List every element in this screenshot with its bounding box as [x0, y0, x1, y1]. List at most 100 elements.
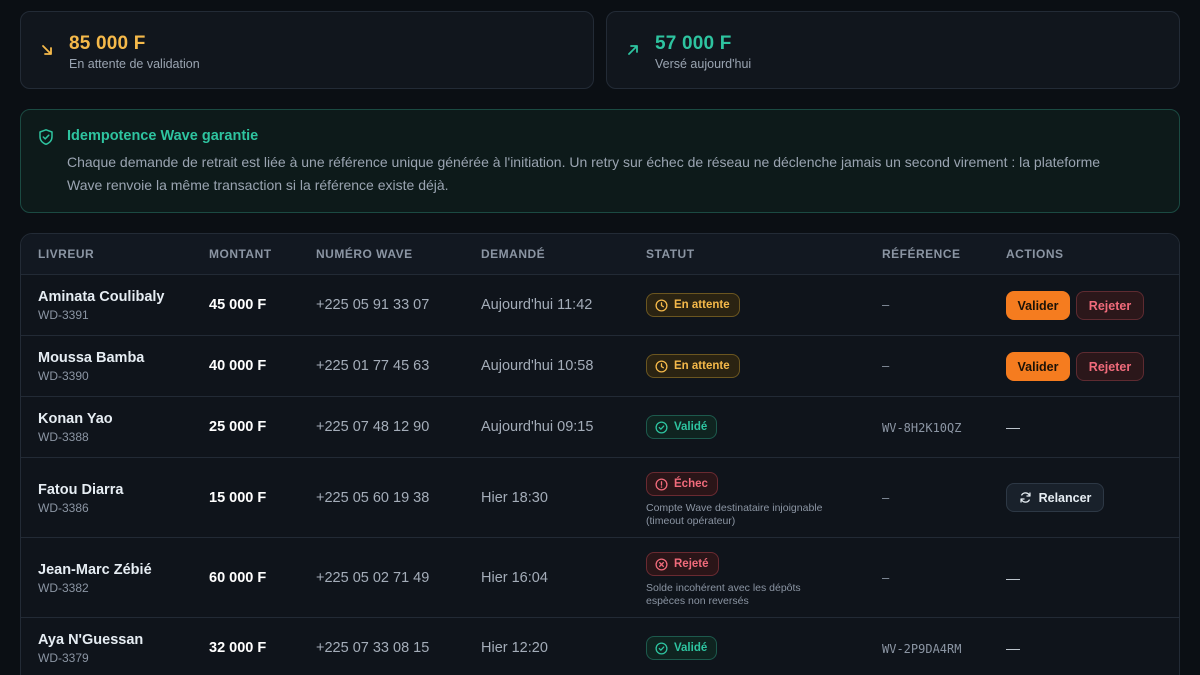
table-row: Moussa Bamba WD-3390 40 000 F +225 01 77… [21, 335, 1179, 396]
validate-button[interactable]: Valider [1006, 352, 1070, 381]
wave-number: +225 07 33 08 15 [316, 640, 430, 656]
livreur-name: Jean-Marc Zébié [38, 562, 152, 578]
request-date: Hier 12:20 [481, 640, 548, 656]
wave-number: +225 05 91 33 07 [316, 297, 430, 313]
reference: – [882, 570, 890, 585]
table-row: Fatou Diarra WD-3386 15 000 F +225 05 60… [21, 457, 1179, 537]
validate-button[interactable]: Valider [1006, 291, 1070, 320]
retry-label: Relancer [1038, 490, 1092, 505]
retry-button[interactable]: Relancer [1006, 483, 1104, 512]
status-label: Validé [674, 421, 708, 433]
idempotence-info-box: Idempotence Wave garantie Chaque demande… [20, 109, 1180, 213]
status-badge: En attente [646, 293, 740, 317]
amount: 45 000 F [209, 297, 267, 313]
reference: – [882, 297, 890, 312]
withdrawals-table: LIVREUR MONTANT NUMÉRO WAVE DEMANDÉ STAT… [20, 233, 1180, 675]
table-row: Konan Yao WD-3388 25 000 F +225 07 48 12… [21, 396, 1179, 457]
status-badge: Validé [646, 415, 718, 439]
reference: WV-2P9DA4RM [882, 642, 962, 656]
arrow-up-right-icon [628, 45, 638, 55]
reject-button[interactable]: Rejeter [1076, 352, 1144, 381]
table-row: Aminata Coulibaly WD-3391 45 000 F +225 … [21, 274, 1179, 335]
request-date: Aujourd'hui 11:42 [481, 297, 593, 313]
stat-value: 85 000 F [69, 33, 146, 54]
livreur-cell: Aminata Coulibaly WD-3391 [38, 289, 165, 322]
livreur-cell: Moussa Bamba WD-3390 [38, 350, 144, 383]
check-circle-icon [655, 420, 668, 434]
table-header: LIVREUR MONTANT NUMÉRO WAVE DEMANDÉ STAT… [21, 234, 1179, 274]
arrow-down-right-icon [42, 45, 52, 55]
amount: 32 000 F [209, 640, 267, 656]
info-text: Chaque demande de retrait est liée à une… [67, 154, 1101, 193]
status-label: En attente [674, 360, 730, 372]
table-row: Jean-Marc Zébié WD-3382 60 000 F +225 05… [21, 537, 1179, 617]
withdrawal-id: WD-3386 [38, 501, 89, 515]
stat-label: En attente de validation [69, 57, 200, 71]
withdrawal-id: WD-3390 [38, 369, 89, 383]
amount: 40 000 F [209, 358, 267, 374]
shield-check-icon [39, 129, 53, 146]
stat-label: Versé aujourd'hui [655, 57, 752, 71]
livreur-name: Konan Yao [38, 411, 113, 427]
livreur-cell: Aya N'Guessan WD-3379 [38, 632, 143, 665]
status-label: Échec [674, 478, 708, 490]
info-title: Idempotence Wave garantie [67, 128, 259, 144]
amount: 25 000 F [209, 419, 267, 435]
status-badge: Validé [646, 636, 718, 660]
alert-circle-icon [655, 477, 668, 491]
status-cell: Rejeté Solde incohérent avec les dépôts … [646, 552, 836, 608]
wave-number: +225 05 60 19 38 [316, 490, 430, 506]
wave-number: +225 05 02 71 49 [316, 570, 430, 586]
clock-icon [655, 359, 668, 373]
status-cell: Validé [646, 636, 718, 660]
status-label: En attente [674, 299, 730, 311]
livreur-cell: Fatou Diarra WD-3386 [38, 482, 123, 515]
status-cell: Échec Compte Wave destinataire injoignab… [646, 472, 836, 528]
livreur-cell: Konan Yao WD-3388 [38, 411, 113, 444]
status-cell: En attente [646, 293, 740, 317]
x-circle-icon [655, 557, 668, 571]
amount: 15 000 F [209, 490, 267, 506]
status-cell: En attente [646, 354, 740, 378]
header-montant: MONTANT [209, 247, 272, 261]
no-action: — [1006, 640, 1020, 656]
wave-number: +225 01 77 45 63 [316, 358, 430, 374]
status-label: Validé [674, 642, 708, 654]
request-date: Hier 18:30 [481, 490, 548, 506]
livreur-name: Aminata Coulibaly [38, 289, 165, 305]
check-circle-icon [655, 641, 668, 655]
withdrawal-id: WD-3391 [38, 308, 89, 322]
header-livreur: LIVREUR [38, 247, 95, 261]
status-note: Solde incohérent avec les dépôts espèces… [646, 582, 801, 607]
stat-card-pending: 85 000 F En attente de validation [20, 11, 594, 89]
request-date: Hier 16:04 [481, 570, 548, 586]
reference: – [882, 490, 890, 505]
status-note: Compte Wave destinataire injoignable (ti… [646, 502, 823, 527]
header-statut: STATUT [646, 247, 695, 261]
status-badge: En attente [646, 354, 740, 378]
header-reference: RÉFÉRENCE [882, 247, 961, 261]
request-date: Aujourd'hui 10:58 [481, 358, 594, 374]
reference: WV-8H2K10QZ [882, 421, 962, 435]
livreur-cell: Jean-Marc Zébié WD-3382 [38, 562, 152, 595]
livreur-name: Moussa Bamba [38, 350, 145, 366]
header-demande: DEMANDÉ [481, 247, 546, 261]
status-cell: Validé [646, 415, 718, 439]
withdrawal-id: WD-3382 [38, 581, 89, 595]
withdrawal-id: WD-3388 [38, 430, 89, 444]
request-date: Aujourd'hui 09:15 [481, 419, 594, 435]
withdrawal-id: WD-3379 [38, 651, 89, 665]
header-actions: ACTIONS [1006, 247, 1064, 261]
stat-card-paid-today: 57 000 F Versé aujourd'hui [606, 11, 1180, 89]
clock-icon [655, 298, 668, 312]
reject-button[interactable]: Rejeter [1076, 291, 1144, 320]
wave-number: +225 07 48 12 90 [316, 419, 430, 435]
livreur-name: Aya N'Guessan [38, 632, 144, 648]
no-action: — [1006, 570, 1020, 586]
no-action: — [1006, 419, 1020, 435]
status-badge: Échec [646, 472, 718, 496]
amount: 60 000 F [209, 570, 267, 586]
refresh-icon [1019, 492, 1031, 503]
status-label: Rejeté [674, 558, 709, 570]
stat-value: 57 000 F [655, 33, 732, 54]
